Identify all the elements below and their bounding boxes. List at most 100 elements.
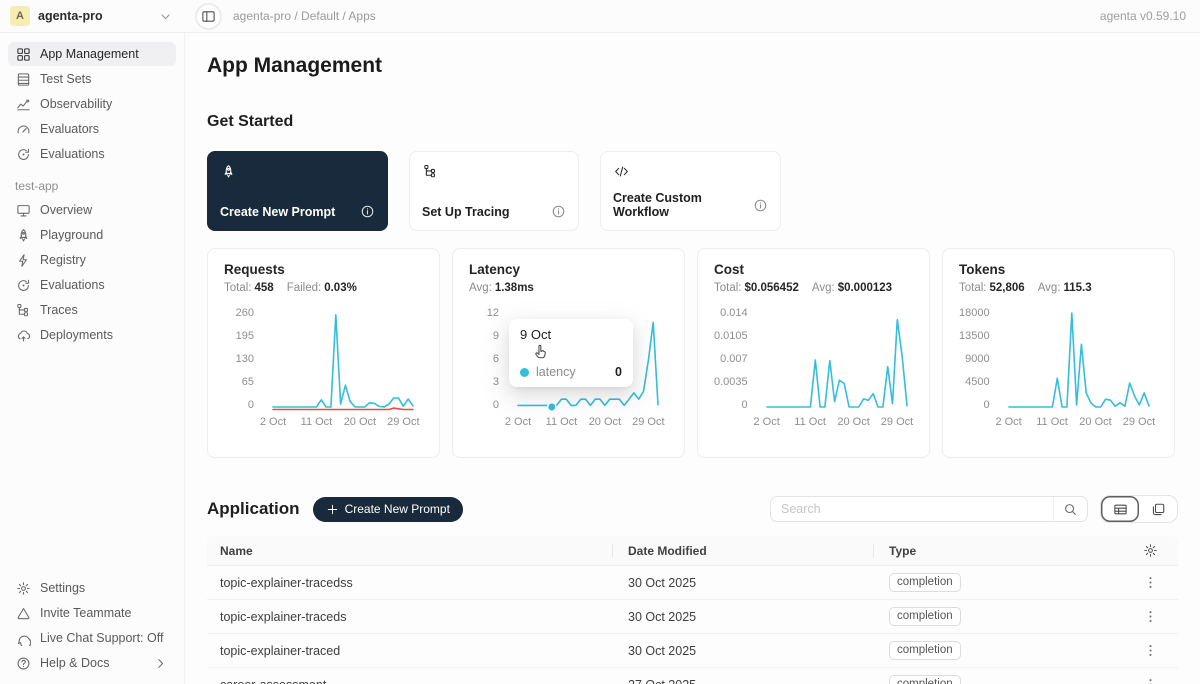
sidebar-item-label: App Management bbox=[40, 47, 139, 61]
chevron-right-icon bbox=[153, 656, 168, 671]
metric-stats: Avg:1.38ms bbox=[469, 282, 668, 294]
get-started-cards: Create New Prompt Set Up Tracing Create Cu… bbox=[207, 151, 1178, 231]
sidebar-item-label: Settings bbox=[40, 581, 85, 595]
cost-line bbox=[767, 320, 907, 407]
app-name-cell: topic-explainer-tracedss bbox=[207, 566, 612, 599]
sidebar-item-help-docs[interactable]: Help & Docs bbox=[8, 651, 176, 675]
sidebar-item-playground[interactable]: Playground bbox=[8, 223, 176, 247]
get-started-card-create-custom-workflow[interactable]: Create Custom Workflow bbox=[600, 151, 781, 231]
metric-card-requests: RequestsTotal:458Failed:0.03%26019513065… bbox=[207, 248, 440, 458]
column-header-date-modified[interactable]: Date Modified bbox=[612, 536, 873, 565]
line-chart-icon bbox=[16, 97, 31, 112]
table-settings-gear-icon[interactable] bbox=[1143, 543, 1158, 558]
search-box bbox=[770, 496, 1088, 522]
metric-stat: Avg:$0.000123 bbox=[812, 282, 892, 294]
sidebar-item-evaluations[interactable]: Evaluations bbox=[8, 142, 176, 166]
row-actions-menu-icon[interactable] bbox=[1139, 572, 1161, 594]
sidebar-item-app-management[interactable]: App Management bbox=[8, 42, 176, 66]
sidebar-item-label: Deployments bbox=[40, 328, 113, 342]
sidebar-item-invite-teammate[interactable]: Invite Teammate bbox=[8, 601, 176, 625]
card-view-button[interactable] bbox=[1139, 496, 1177, 522]
chart-plot[interactable]: 2 Oct11 Oct20 Oct29 Oct bbox=[263, 307, 423, 431]
gauge-icon bbox=[16, 122, 31, 137]
x-axis-labels: 2 Oct11 Oct20 Oct29 Oct bbox=[757, 416, 917, 431]
metric-stat: Avg:115.3 bbox=[1038, 282, 1092, 294]
search-input[interactable] bbox=[771, 502, 1053, 516]
sidebar-item-observability[interactable]: Observability bbox=[8, 92, 176, 116]
table-row[interactable]: topic-explainer-traced30 Oct 2025complet… bbox=[207, 634, 1178, 668]
table-view-button[interactable] bbox=[1101, 496, 1139, 522]
card-view-icon bbox=[1151, 502, 1166, 517]
application-header: Application Create New Prompt bbox=[207, 495, 1178, 523]
table-row[interactable]: career-assessment27 Oct 2025completion bbox=[207, 668, 1178, 684]
get-started-card-create-new-prompt[interactable]: Create New Prompt bbox=[207, 151, 388, 231]
sidebar-item-registry[interactable]: Registry bbox=[8, 248, 176, 272]
get-started-card-label: Set Up Tracing bbox=[422, 205, 510, 219]
collapse-sidebar-button[interactable] bbox=[195, 3, 222, 30]
date-modified-cell: 30 Oct 2025 bbox=[612, 566, 873, 599]
date-modified-cell: 30 Oct 2025 bbox=[612, 634, 873, 667]
table-row[interactable]: topic-explainer-traceds30 Oct 2025comple… bbox=[207, 600, 1178, 634]
workspace-avatar: A bbox=[10, 6, 30, 26]
metric-stat: Total:458 bbox=[224, 282, 274, 294]
type-badge: completion bbox=[889, 607, 961, 627]
sidebar-footer-list: Settings Invite Teammate Live Chat Support… bbox=[0, 575, 184, 676]
metric-card-latency: LatencyAvg:1.38ms1296302 Oct11 Oct20 Oct… bbox=[452, 248, 685, 458]
app-version: agenta v0.59.10 bbox=[1100, 9, 1200, 23]
column-header-name[interactable]: Name bbox=[207, 536, 612, 565]
sidebar-item-traces[interactable]: Traces bbox=[8, 298, 176, 322]
table-row[interactable]: topic-explainer-tracedss30 Oct 2025 compl… bbox=[207, 566, 1178, 600]
metric-stats: Total:458Failed:0.03% bbox=[224, 282, 423, 294]
page-title: App Management bbox=[207, 54, 1178, 78]
sidebar-item-label: Overview bbox=[40, 203, 92, 217]
row-actions-menu-icon[interactable] bbox=[1139, 674, 1161, 684]
date-modified-cell: 27 Oct 2025 bbox=[612, 668, 873, 684]
create-new-prompt-button[interactable]: Create New Prompt bbox=[313, 497, 463, 522]
metric-title: Tokens bbox=[959, 262, 1158, 277]
x-axis-labels: 2 Oct11 Oct20 Oct29 Oct bbox=[263, 416, 423, 431]
chart-plot[interactable]: 2 Oct11 Oct20 Oct29 Oct bbox=[999, 307, 1159, 431]
metric-card-tokens: TokensTotal:52,806Avg:115.31800013500900… bbox=[942, 248, 1175, 458]
chart-plot[interactable]: 2 Oct11 Oct20 Oct29 Oct bbox=[757, 307, 917, 431]
sidebar-item-live-chat-support-off[interactable]: Live Chat Support: Off bbox=[8, 626, 176, 650]
type-badge: completion bbox=[889, 573, 961, 593]
sidebar-item-deployments[interactable]: Deployments bbox=[8, 323, 176, 347]
app-name-cell: topic-explainer-traceds bbox=[207, 600, 612, 633]
sidebar-item-test-sets[interactable]: Test Sets bbox=[8, 67, 176, 91]
view-toggle bbox=[1100, 495, 1178, 523]
breadcrumb: agenta-pro / Default / Apps bbox=[233, 9, 376, 23]
metric-stats: Total:52,806Avg:115.3 bbox=[959, 282, 1158, 294]
refresh-icon bbox=[16, 278, 31, 293]
cloud-icon bbox=[16, 328, 31, 343]
row-actions-menu-icon[interactable] bbox=[1139, 640, 1161, 662]
active-point bbox=[548, 403, 556, 411]
app-shell: App Management Test Sets Observability Eval… bbox=[0, 33, 1200, 684]
metrics-row: RequestsTotal:458Failed:0.03%26019513065… bbox=[207, 248, 1178, 458]
sidebar-item-label: Test Sets bbox=[40, 72, 91, 86]
tree-icon bbox=[16, 303, 31, 318]
get-started-card-set-up-tracing[interactable]: Set Up Tracing bbox=[409, 151, 579, 231]
row-actions-menu-icon[interactable] bbox=[1139, 606, 1161, 628]
sidebar-item-label: Evaluators bbox=[40, 122, 99, 136]
metric-stat: Avg:1.38ms bbox=[469, 282, 534, 294]
tooltip-date: 9 Oct bbox=[520, 327, 622, 342]
sidebar-item-evaluators[interactable]: Evaluators bbox=[8, 117, 176, 141]
sidebar-item-label: Invite Teammate bbox=[40, 606, 131, 620]
sidebar-item-overview[interactable]: Overview bbox=[8, 198, 176, 222]
sidebar-item-settings[interactable]: Settings bbox=[8, 576, 176, 600]
help-icon bbox=[16, 656, 31, 671]
sidebar-item-label: Registry bbox=[40, 253, 86, 267]
sidebar-item-label: Evaluations bbox=[40, 278, 105, 292]
invite-icon bbox=[16, 606, 31, 621]
sidebar-item-evaluations[interactable]: Evaluations bbox=[8, 273, 176, 297]
workspace-switcher[interactable]: A agenta-pro bbox=[0, 6, 185, 26]
main-content: App Management Get Started Create New Pr… bbox=[185, 33, 1200, 684]
failed-line bbox=[273, 408, 413, 409]
search-button[interactable] bbox=[1053, 497, 1087, 521]
metric-title: Latency bbox=[469, 262, 668, 277]
get-started-card-label: Create Custom Workflow bbox=[613, 191, 747, 219]
column-header-type[interactable]: Type bbox=[873, 536, 1122, 565]
grid-icon bbox=[16, 47, 31, 62]
table-header: NameDate ModifiedType bbox=[207, 536, 1178, 566]
chat-icon bbox=[16, 631, 31, 646]
